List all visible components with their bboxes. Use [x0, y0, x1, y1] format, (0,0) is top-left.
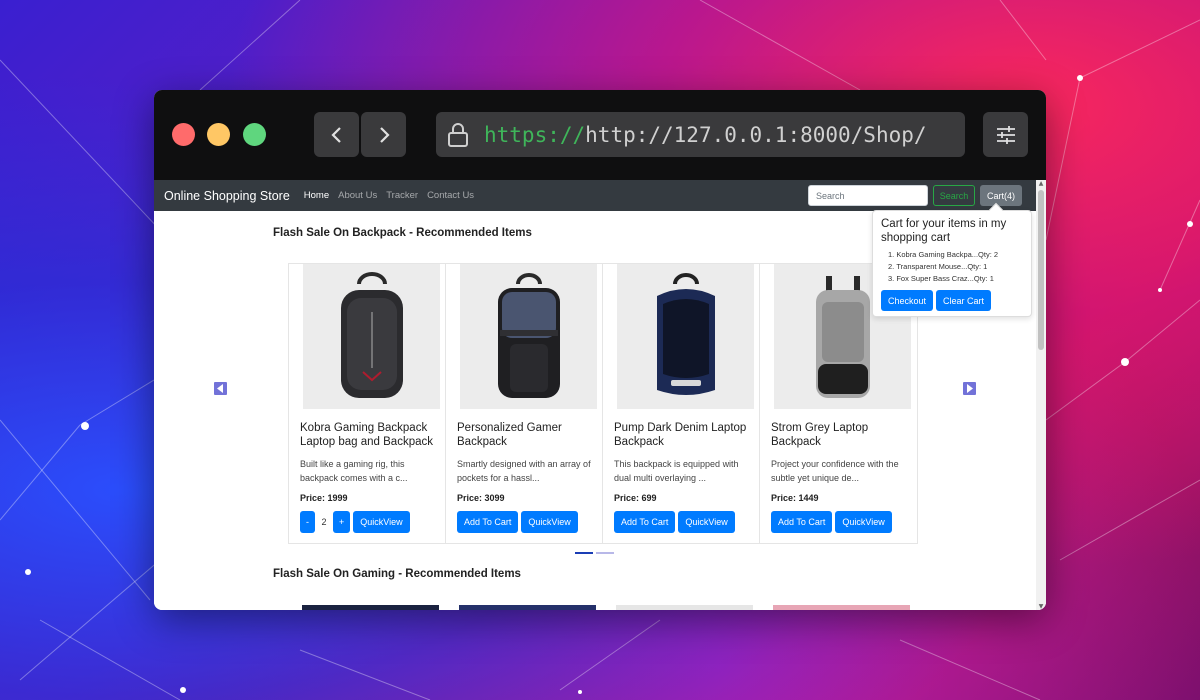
section-title-backpack: Flash Sale On Backpack - Recommended Ite…	[273, 227, 532, 239]
carousel-indicator-active[interactable]	[575, 552, 593, 554]
forward-button[interactable]	[361, 112, 406, 157]
page-scrollbar[interactable]: ▲ ▼	[1036, 180, 1046, 610]
browser-chrome: https://http://127.0.0.1:8000/Shop/	[154, 90, 1046, 180]
scrollbar-thumb[interactable]	[1038, 190, 1044, 350]
nav-link-about[interactable]: About Us	[338, 190, 377, 201]
search-input[interactable]: Search	[808, 185, 928, 206]
increase-qty-button[interactable]: +	[333, 511, 351, 533]
product-image[interactable]	[460, 264, 597, 409]
cart-popover-title: Cart for your items in my shopping cart	[881, 218, 1007, 244]
cart-button[interactable]: Cart(4)	[980, 185, 1022, 206]
product-image[interactable]	[773, 605, 910, 610]
cart-item: Transparent Mouse...Qty: 1	[888, 261, 998, 273]
product-description: Built like a gaming rig, this backpack c…	[300, 459, 408, 483]
address-bar[interactable]: https://http://127.0.0.1:8000/Shop/	[436, 112, 965, 157]
carousel-prev-icon	[217, 384, 223, 393]
quickview-button[interactable]: QuickView	[353, 511, 410, 533]
add-to-cart-button[interactable]: Add To Cart	[771, 511, 833, 533]
product-title[interactable]: Personalized Gamer Backpack	[457, 421, 603, 449]
chevron-left-icon	[330, 126, 341, 143]
url-scheme: https://	[484, 122, 586, 147]
site-navbar: Online Shopping Store Home About Us Trac…	[154, 180, 1036, 211]
cart-popover: Cart for your items in my shopping cart …	[872, 202, 1032, 317]
product-title[interactable]: Pump Dark Denim Laptop Backpack	[614, 421, 760, 449]
quickview-button[interactable]: QuickView	[521, 511, 578, 533]
product-image[interactable]	[459, 605, 596, 610]
web-page: Online Shopping Store Home About Us Trac…	[154, 180, 1046, 610]
product-price: Price: 1999	[300, 493, 348, 503]
product-title[interactable]: Strom Grey Laptop Backpack	[771, 421, 917, 449]
nav-link-tracker[interactable]: Tracker	[386, 190, 418, 201]
section-title-gaming: Flash Sale On Gaming - Recommended Items	[273, 568, 521, 580]
product-image[interactable]	[303, 264, 440, 409]
back-button[interactable]	[314, 112, 359, 157]
product-price: Price: 1449	[771, 493, 819, 503]
nav-link-home[interactable]: Home	[304, 190, 329, 201]
product-title[interactable]: Kobra Gaming Backpack Laptop bag and Bac…	[300, 421, 446, 449]
backpack-image	[656, 272, 715, 395]
scroll-down-icon[interactable]: ▼	[1037, 603, 1045, 610]
chevron-right-icon	[379, 126, 390, 143]
quickview-button[interactable]: QuickView	[678, 511, 735, 533]
browser-window: https://http://127.0.0.1:8000/Shop/ Onli…	[154, 90, 1046, 610]
backpack-image	[340, 271, 403, 398]
product-card: Pump Dark Denim Laptop Backpack This bac…	[603, 264, 760, 543]
product-description: This backpack is equipped with dual mult…	[614, 459, 739, 483]
minimize-window-button[interactable]	[207, 123, 230, 146]
cart-item: Kobra Gaming Backpa...Qty: 2	[888, 249, 998, 261]
site-brand[interactable]: Online Shopping Store	[164, 189, 290, 203]
nav-link-contact[interactable]: Contact Us	[427, 190, 474, 201]
cart-item: Fox Super Bass Craz...Qty: 1	[888, 273, 998, 285]
product-carousel: Kobra Gaming Backpack Laptop bag and Bac…	[288, 263, 918, 544]
maximize-window-button[interactable]	[243, 123, 266, 146]
quantity-value: 2	[321, 517, 327, 527]
close-window-button[interactable]	[172, 123, 195, 146]
carousel-next-icon	[967, 384, 973, 393]
url-text: http://127.0.0.1:8000/Shop/	[585, 122, 927, 147]
product-price: Price: 3099	[457, 493, 505, 503]
product-description: Project your confidence with the subtle …	[771, 459, 899, 483]
product-description: Smartly designed with an array of pocket…	[457, 459, 591, 483]
product-price: Price: 699	[614, 493, 657, 503]
product-card: Kobra Gaming Backpack Laptop bag and Bac…	[289, 264, 446, 543]
search-button[interactable]: Search	[933, 185, 975, 206]
product-image[interactable]	[302, 605, 439, 610]
settings-button[interactable]	[983, 112, 1028, 157]
cart-items-list: Kobra Gaming Backpa...Qty: 2 Transparent…	[888, 249, 998, 285]
scroll-up-icon[interactable]: ▲	[1037, 180, 1045, 187]
carousel-indicator[interactable]	[596, 552, 614, 554]
add-to-cart-button[interactable]: Add To Cart	[614, 511, 676, 533]
sliders-icon	[996, 125, 1015, 144]
quickview-button[interactable]: QuickView	[835, 511, 892, 533]
carousel-prev-button[interactable]	[214, 382, 227, 395]
backpack-image	[497, 272, 560, 398]
product-image[interactable]	[617, 264, 754, 409]
lock-icon	[448, 122, 468, 147]
carousel-next-button[interactable]	[963, 382, 976, 395]
clear-cart-button[interactable]: Clear Cart	[936, 290, 992, 311]
product-card: Personalized Gamer Backpack Smartly desi…	[446, 264, 603, 543]
decrease-qty-button[interactable]: -	[300, 511, 315, 533]
product-image[interactable]	[616, 605, 753, 610]
add-to-cart-button[interactable]: Add To Cart	[457, 511, 519, 533]
checkout-button[interactable]: Checkout	[881, 290, 934, 311]
